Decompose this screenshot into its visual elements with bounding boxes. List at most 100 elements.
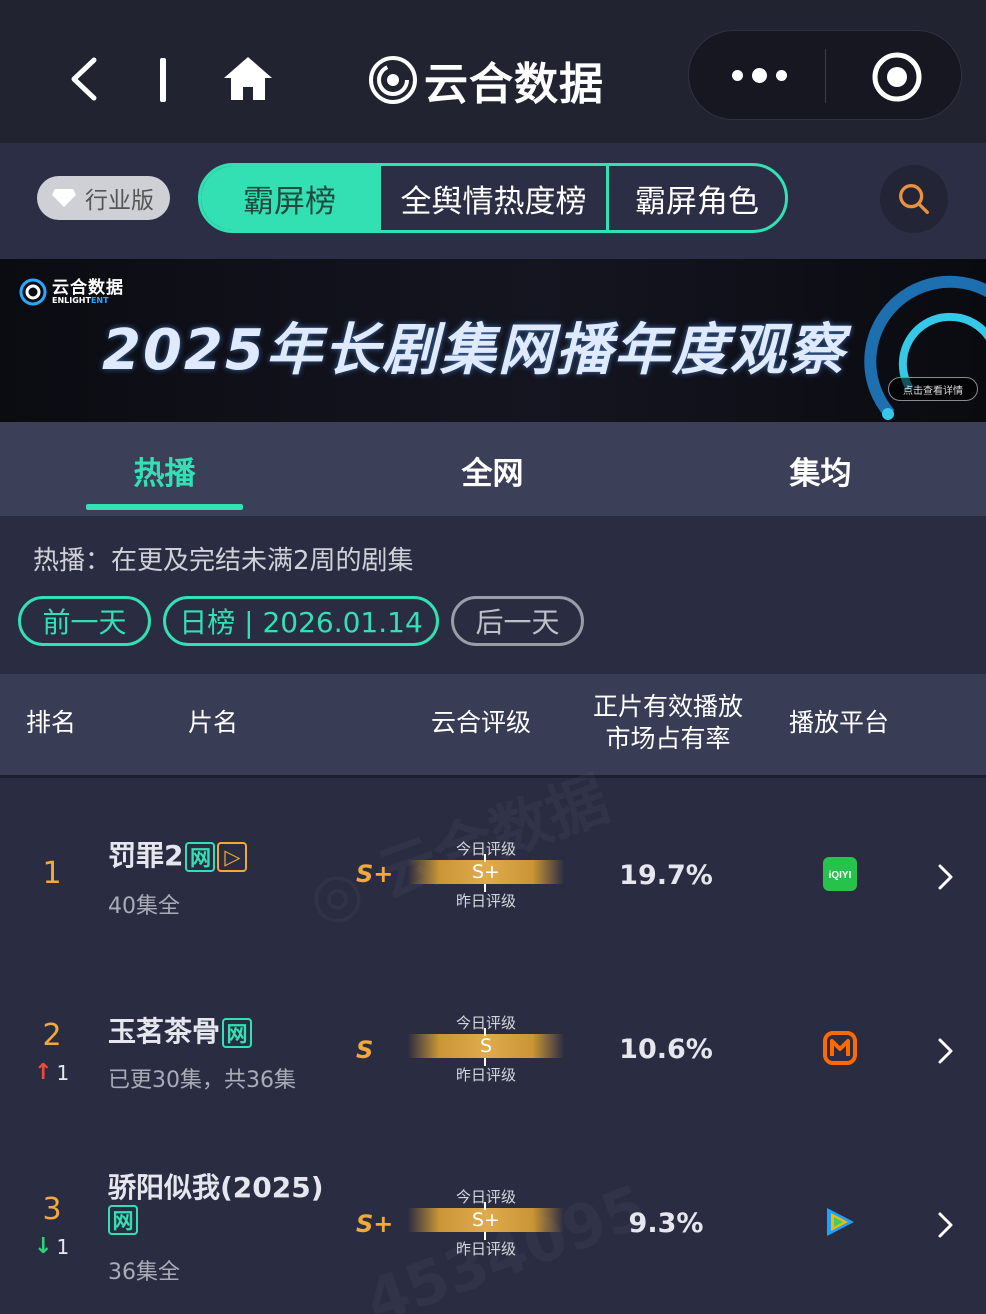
header-share-line2: 市场占有率 — [605, 724, 731, 753]
banner-logo: 云合数据 ENLIGHTENT — [18, 277, 124, 307]
more-button[interactable] — [719, 53, 799, 97]
trend-value: 1 — [56, 1060, 70, 1085]
banner-logo-en-a: ENLIGHT — [52, 295, 91, 305]
more-icon-dot — [751, 67, 767, 83]
drama-title-text: 玉茗茶骨 — [108, 1015, 221, 1048]
info-section: 热播：在更及完结未满2周的剧集 前一天 日榜 | 2026.01.14 后一天 — [0, 516, 986, 674]
diamond-icon — [52, 189, 76, 207]
table-row[interactable]: 4534095 3 ↓1 骄阳似我(2025) 网 36集全 S+ 今日评级 S… — [0, 1140, 986, 1314]
mini-program-capsule — [688, 30, 962, 120]
category-bar: 行业版 霸屏榜 全舆情热度榜 霸屏角色 — [0, 143, 986, 259]
rank-number: 1 — [42, 856, 62, 891]
yunhe-logo-icon — [19, 278, 47, 306]
table-row[interactable]: 2 ↑ 1 玉茗茶骨网 已更30集，共36集 S 今日评级 S 昨日评级 10.6… — [0, 966, 986, 1136]
next-day-button[interactable]: 后一天 — [451, 596, 584, 646]
drama-title: 玉茗茶骨网 — [108, 1010, 253, 1050]
segment-screen-chart[interactable]: 霸屏榜 — [201, 166, 381, 230]
grade-yesterday-label: 昨日评级 — [455, 1240, 516, 1258]
header-grade: 云合评级 — [430, 708, 531, 737]
banner-logo-en-b: ENT — [90, 295, 109, 305]
promo-banner[interactable]: 云合数据 ENLIGHTENT 2025年长剧集网播年度观察 点击查看详情 — [0, 259, 986, 422]
banner-detail-button[interactable]: 点击查看详情 — [888, 377, 978, 401]
web-badge: 网 — [185, 842, 216, 872]
rank-number: 2 — [42, 1018, 62, 1053]
grade-bar: 今日评级 S+ 昨日评级 — [408, 838, 564, 910]
close-mini-program-button[interactable] — [869, 49, 925, 105]
table-header: 排名 片名 云合评级 正片有效播放 市场占有率 播放平台 — [0, 674, 986, 778]
back-button[interactable] — [62, 54, 106, 104]
chevron-right-icon[interactable] — [935, 1210, 955, 1240]
back-icon — [71, 57, 97, 101]
more-icon-dot — [775, 69, 787, 81]
grade-bar: 今日评级 S 昨日评级 — [408, 1012, 564, 1084]
capsule-divider — [825, 49, 826, 103]
tab-all-network[interactable]: 全网 — [414, 448, 571, 493]
drama-title-badges: 网 — [108, 1202, 138, 1235]
market-share: 9.3% — [628, 1208, 704, 1239]
web-badge: 网 — [222, 1018, 253, 1048]
play-badge: ▷ — [217, 842, 248, 872]
chevron-right-icon[interactable] — [935, 1036, 955, 1066]
tab-episode-avg[interactable]: 集均 — [742, 448, 899, 493]
grade-yesterday-label: 昨日评级 — [455, 892, 516, 910]
search-button[interactable] — [880, 165, 948, 233]
date-selector[interactable]: 日榜 | 2026.01.14 — [163, 596, 439, 646]
header-share-line1: 正片有效播放 — [592, 692, 743, 721]
segment-screen-roles[interactable]: 霸屏角色 — [609, 166, 785, 230]
chevron-right-icon[interactable] — [935, 862, 955, 892]
banner-logo-cn: 云合数据 — [52, 277, 124, 298]
banner-title: 2025年长剧集网播年度观察 — [102, 318, 846, 383]
tab-hot[interactable]: 热播 — [86, 448, 243, 493]
yunhe-logo-icon — [369, 56, 417, 104]
banner-logo-en: ENLIGHTENT — [52, 295, 124, 305]
market-share: 10.6% — [619, 1034, 713, 1065]
brand-name: 云合数据 — [424, 59, 604, 110]
home-button[interactable] — [222, 54, 274, 102]
grade-bar-value: S — [479, 1035, 493, 1057]
target-icon — [872, 52, 922, 102]
grade-bar: 今日评级 S+ 昨日评级 — [408, 1186, 564, 1258]
tab-description: 热播：在更及完结未满2周的剧集 — [33, 546, 414, 576]
trend-up-icon: ↑ — [34, 1060, 53, 1085]
table-row[interactable]: ◎ 云合数据 1 罚罪2网▷ 40集全 S+ 今日评级 S+ 昨日评级 19.7… — [0, 792, 986, 962]
grade-today-label: 今日评级 — [455, 840, 516, 858]
web-badge: 网 — [108, 1205, 138, 1235]
drama-title: 罚罪2 网 ▷ — [108, 834, 248, 874]
top-nav-bar: 云合数据 — [0, 0, 986, 143]
grade-bar-value: S+ — [472, 861, 500, 883]
grade-bar-value: S+ — [472, 1209, 500, 1231]
header-rank: 排名 — [25, 708, 76, 737]
nav-divider — [160, 58, 166, 102]
drama-title: 骄阳似我(2025) — [108, 1166, 324, 1206]
drama-title-text: 罚罪2 — [108, 839, 184, 872]
category-segmented-control: 霸屏榜 全舆情热度榜 霸屏角色 — [198, 163, 788, 233]
iqiyi-text: iQIYI — [829, 870, 852, 881]
header-platform: 播放平台 — [788, 708, 889, 737]
rank-number: 3 — [42, 1192, 62, 1227]
grade-value: S+ — [356, 860, 394, 888]
tab-active-indicator — [86, 504, 243, 510]
home-icon — [224, 57, 272, 100]
episode-status: 已更30集，共36集 — [108, 1068, 296, 1093]
grade-value: S — [356, 1036, 374, 1064]
search-icon — [899, 184, 929, 214]
grade-today-label: 今日评级 — [455, 1188, 516, 1206]
trend-down-icon: ↓ — [34, 1234, 53, 1259]
rank-trend: ↑ 1 — [34, 1060, 69, 1085]
header-name: 片名 — [187, 708, 238, 737]
edition-label: 行业版 — [85, 188, 154, 214]
ranking-tabs: 热播 全网 集均 — [0, 422, 986, 516]
iqiyi-icon: iQIYI — [823, 857, 857, 891]
brand: 云合数据 — [368, 50, 604, 110]
more-icon — [731, 69, 743, 81]
mango-tv-icon — [823, 1031, 857, 1065]
grade-yesterday-label: 昨日评级 — [455, 1066, 516, 1084]
episode-status: 40集全 — [108, 894, 180, 919]
grade-today-label: 今日评级 — [455, 1014, 516, 1032]
market-share: 19.7% — [619, 860, 713, 891]
segment-public-opinion[interactable]: 全舆情热度榜 — [381, 166, 609, 230]
edition-badge[interactable]: 行业版 — [37, 176, 170, 220]
trend-value: 1 — [56, 1234, 70, 1259]
prev-day-button[interactable]: 前一天 — [18, 596, 151, 646]
grade-value: S+ — [356, 1210, 394, 1238]
